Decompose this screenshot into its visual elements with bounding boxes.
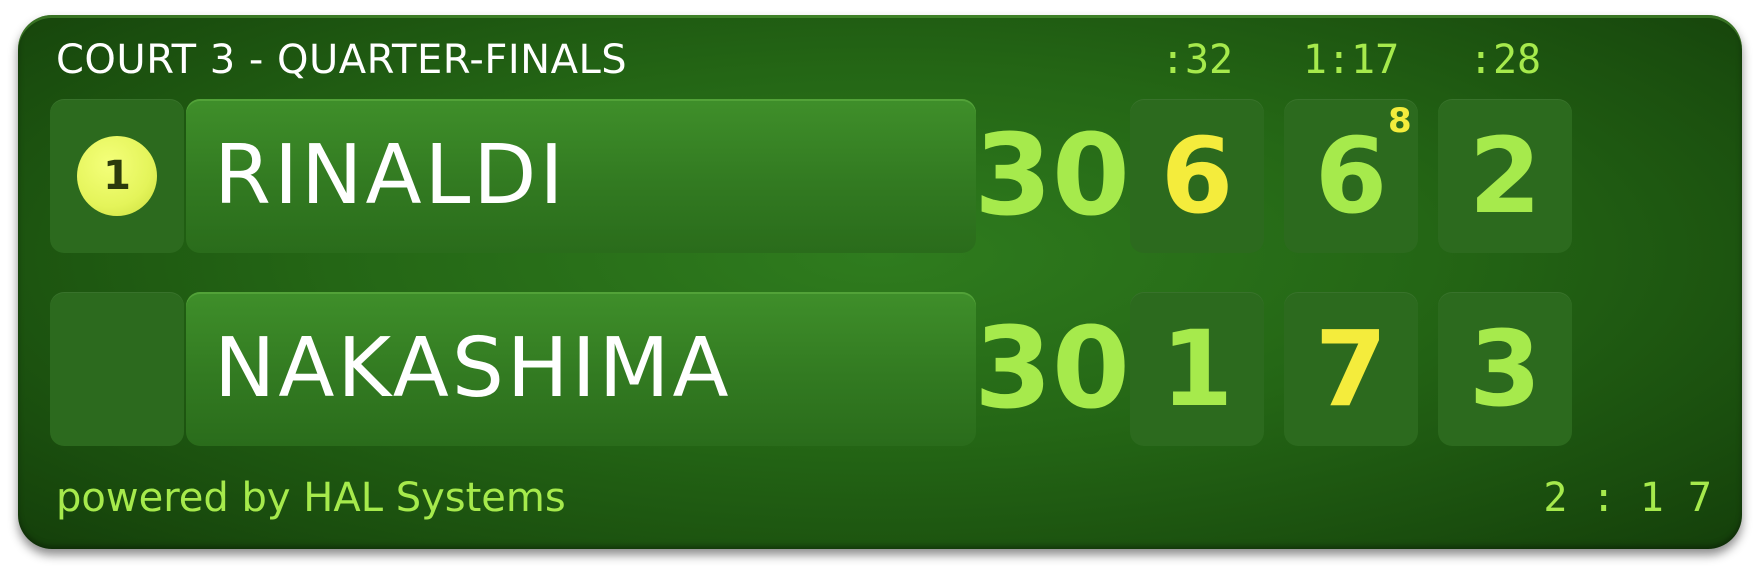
player-2-set-2-cell: 7 [1284, 292, 1418, 446]
set-2-duration: 1:17 [1302, 37, 1400, 83]
tennis-ball-icon: 1 [77, 136, 157, 216]
player-1-name-box: RINALDI [186, 99, 976, 253]
player-2-set-1-cell: 1 [1130, 292, 1264, 446]
player-2-set-1-games: 1 [1160, 308, 1234, 430]
server-indicator-empty-cell [50, 292, 184, 446]
player-2-name: NAKASHIMA [214, 321, 732, 416]
player-1-set-1-cell: 6 [1130, 99, 1264, 253]
scoreboard: COURT 3 - QUARTER-FINALS :32 1:17 :28 1 … [18, 15, 1742, 549]
server-indicator-cell: 1 [50, 99, 184, 253]
player-2-name-box: NAKASHIMA [186, 292, 976, 446]
powered-by-text: powered by HAL Systems [56, 475, 566, 521]
player-1-set-2-tiebreak: 8 [1388, 101, 1412, 141]
match-total-time: 2 : 1 7 [1543, 475, 1712, 521]
player-1-name: RINALDI [214, 128, 567, 223]
player-1-set-2-cell: 6 8 [1284, 99, 1418, 253]
player-2-points: 30 [974, 304, 1130, 434]
player-1-set-3-games: 2 [1468, 115, 1542, 237]
player-2-set-3-games: 3 [1468, 308, 1542, 430]
player-2-set-2-games: 7 [1314, 308, 1388, 430]
match-title: COURT 3 - QUARTER-FINALS [56, 37, 628, 83]
set-3-duration: :28 [1468, 37, 1542, 83]
player-1-set-1-games: 6 [1160, 115, 1234, 237]
player-1-set-3-cell: 2 [1438, 99, 1572, 253]
player-1-points: 30 [974, 111, 1130, 241]
player-2-set-3-cell: 3 [1438, 292, 1572, 446]
set-1-duration: :32 [1160, 37, 1234, 83]
